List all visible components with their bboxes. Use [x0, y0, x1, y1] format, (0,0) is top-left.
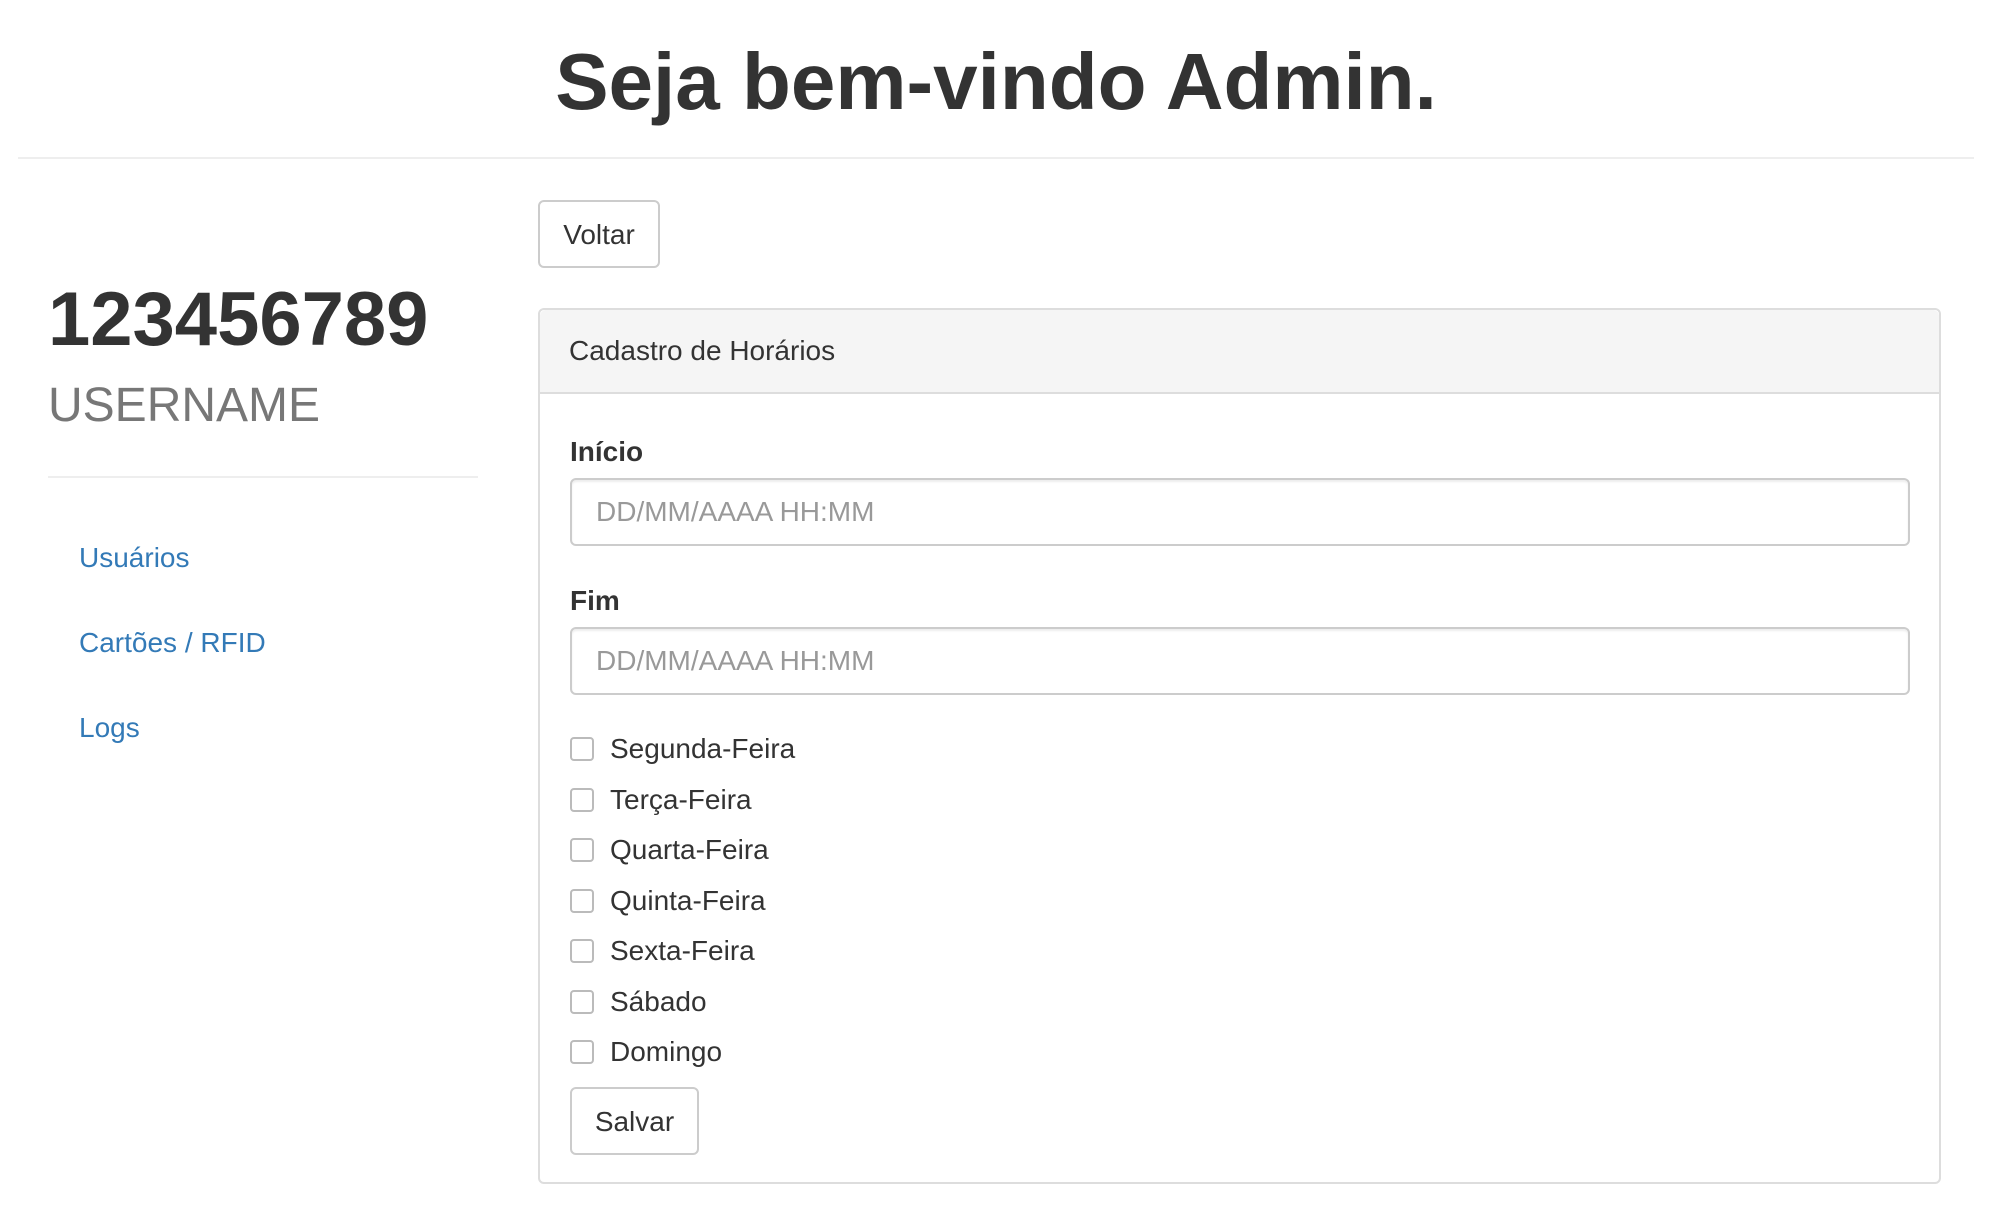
- start-label: Início: [570, 436, 644, 467]
- day-checkbox-terca[interactable]: [570, 787, 594, 812]
- schedule-panel: Cadastro de Horários Início Fim Segunda-…: [538, 308, 1941, 1184]
- weekday-checklist: Segunda-Feira Terça-Feira Quarta-Feira Q…: [570, 724, 795, 1078]
- day-item-terca[interactable]: Terça-Feira: [570, 775, 795, 826]
- sidebar-item-cartoes: Cartões / RFID: [48, 615, 478, 700]
- sidebar-divider: [48, 476, 478, 478]
- day-item-sexta[interactable]: Sexta-Feira: [570, 926, 795, 977]
- sidebar-link-usuarios[interactable]: Usuários: [48, 530, 478, 586]
- user-name: USERNAME: [48, 379, 321, 432]
- panel-title: Cadastro de Horários: [540, 310, 1939, 394]
- day-label-terca: Terça-Feira: [610, 783, 752, 815]
- sidebar-nav: Usuários Cartões / RFID Logs: [48, 530, 478, 785]
- day-label-domingo: Domingo: [610, 1036, 723, 1068]
- sidebar-item-logs: Logs: [48, 700, 478, 785]
- end-label: Fim: [570, 585, 620, 616]
- day-checkbox-segunda[interactable]: [570, 737, 594, 762]
- start-datetime-input[interactable]: [570, 478, 1910, 546]
- day-label-sabado: Sábado: [610, 985, 707, 1017]
- user-info: 123456789 USERNAME: [48, 270, 478, 438]
- sidebar-item-usuarios: Usuários: [48, 530, 478, 615]
- day-label-segunda: Segunda-Feira: [610, 733, 796, 765]
- day-checkbox-sexta[interactable]: [570, 939, 594, 964]
- day-label-quinta: Quinta-Feira: [610, 884, 766, 916]
- page-header: Seja bem-vindo Admin.: [18, 0, 1974, 159]
- day-item-quarta[interactable]: Quarta-Feira: [570, 825, 795, 876]
- day-checkbox-domingo[interactable]: [570, 1040, 594, 1065]
- sidebar-link-logs[interactable]: Logs: [48, 700, 478, 756]
- end-datetime-input[interactable]: [570, 627, 1910, 695]
- day-item-sabado[interactable]: Sábado: [570, 977, 795, 1028]
- day-checkbox-quarta[interactable]: [570, 838, 594, 863]
- sidebar-link-cartoes[interactable]: Cartões / RFID: [48, 615, 478, 671]
- day-label-quarta: Quarta-Feira: [610, 834, 769, 866]
- day-item-domingo[interactable]: Domingo: [570, 1027, 795, 1078]
- day-item-quinta[interactable]: Quinta-Feira: [570, 876, 795, 927]
- user-id: 123456789: [48, 277, 429, 362]
- back-button[interactable]: Voltar: [538, 200, 660, 268]
- day-label-sexta: Sexta-Feira: [610, 935, 755, 967]
- day-checkbox-quinta[interactable]: [570, 888, 594, 913]
- page-title: Seja bem-vindo Admin.: [555, 37, 1437, 126]
- day-item-segunda[interactable]: Segunda-Feira: [570, 724, 795, 775]
- day-checkbox-sabado[interactable]: [570, 989, 594, 1014]
- save-button[interactable]: Salvar: [570, 1087, 699, 1155]
